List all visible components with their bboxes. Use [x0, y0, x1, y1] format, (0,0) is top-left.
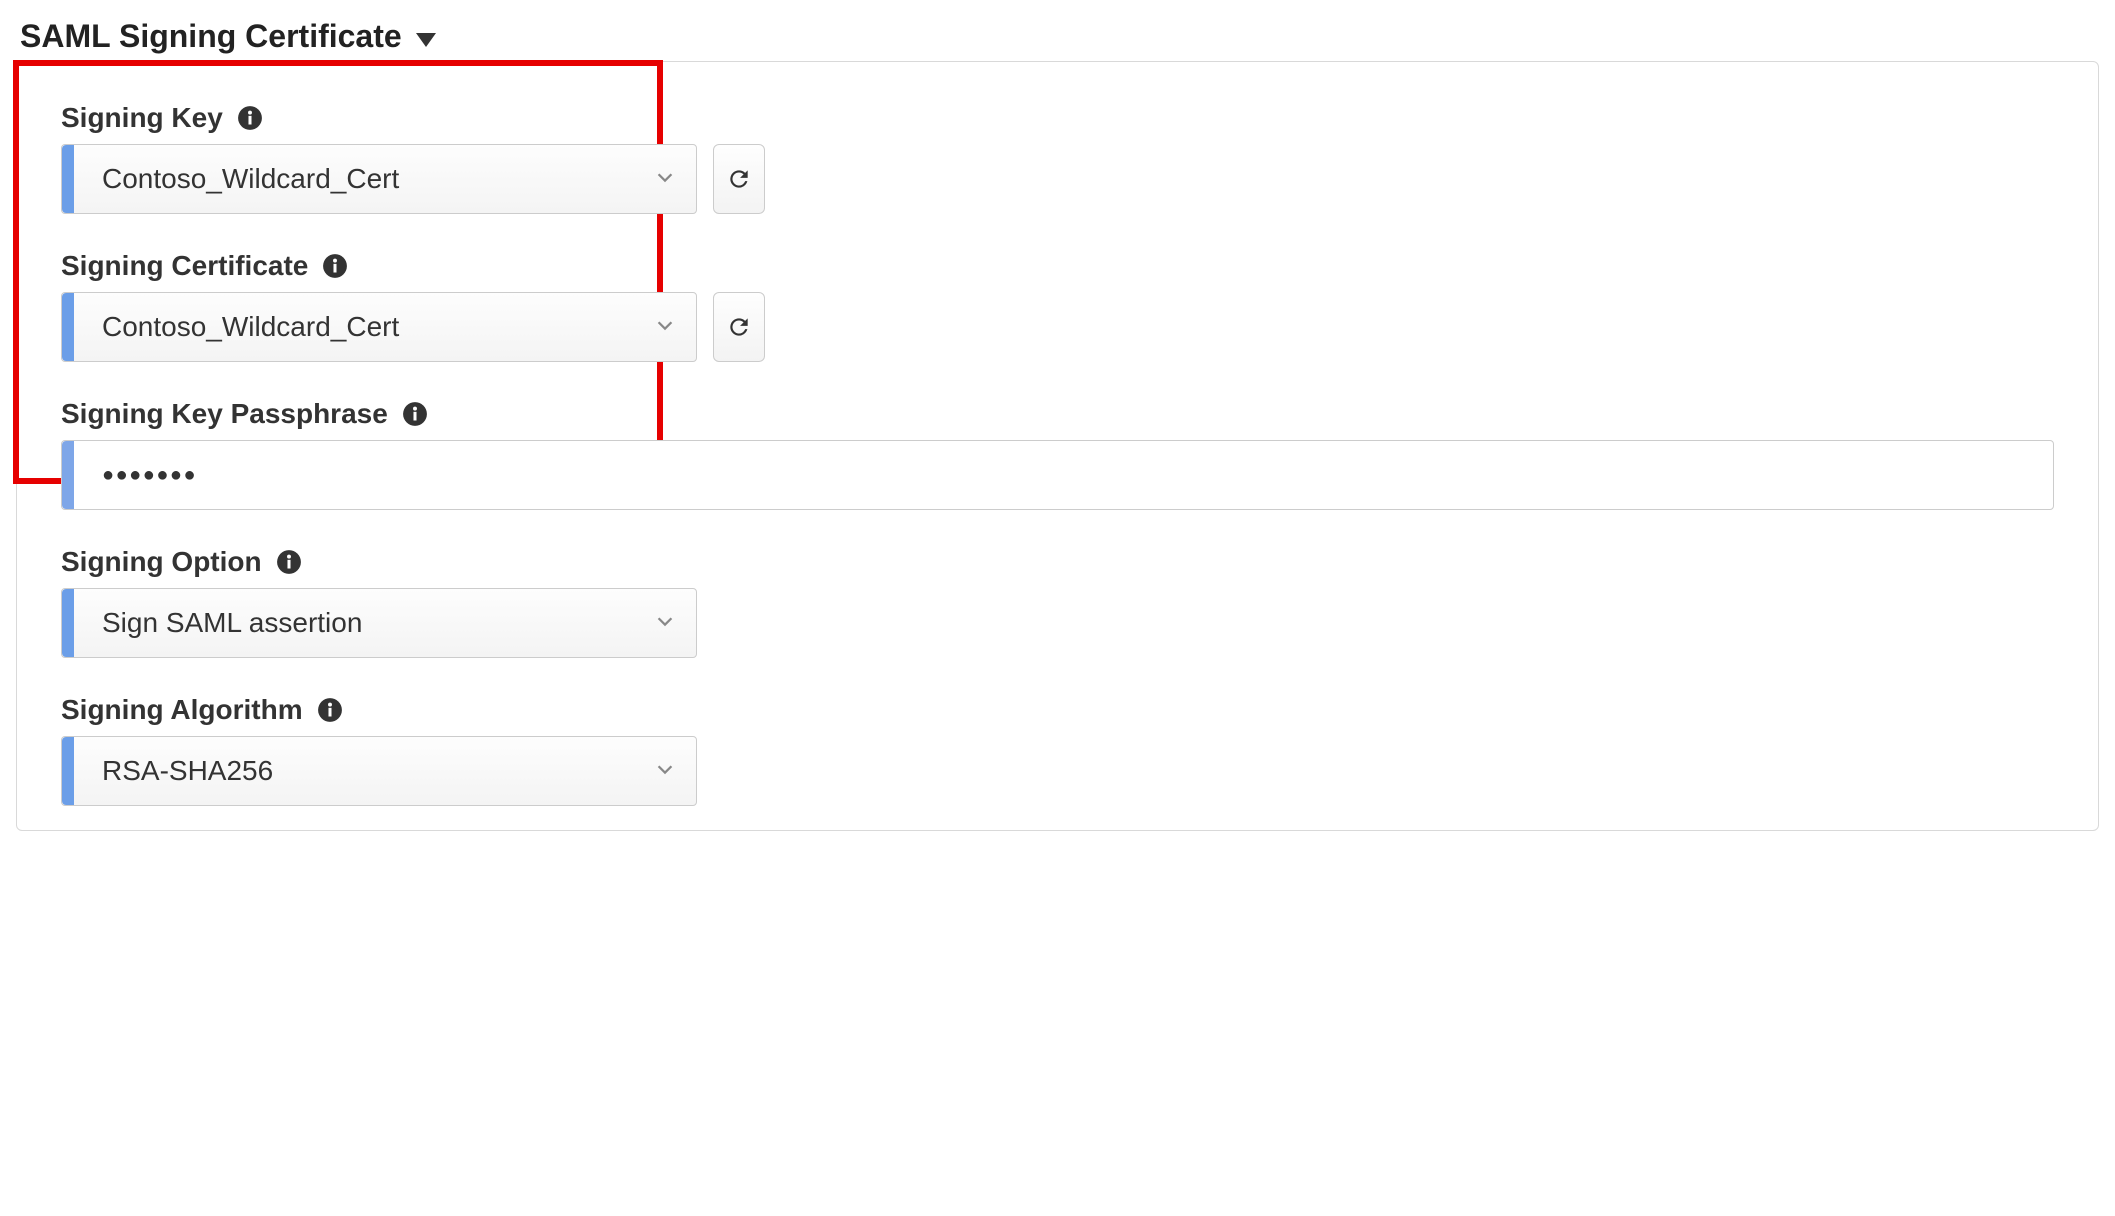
- field-signing-certificate: Signing Certificate Contoso_Wildcard_Cer…: [61, 250, 2054, 362]
- info-icon[interactable]: [317, 697, 343, 723]
- refresh-signing-key-button[interactable]: [713, 144, 765, 214]
- chevron-down-icon: [654, 755, 676, 787]
- label-signing-key-passphrase: Signing Key Passphrase: [61, 398, 2054, 430]
- label-signing-certificate: Signing Certificate: [61, 250, 2054, 282]
- chevron-down-icon: [654, 311, 676, 343]
- select-signing-certificate[interactable]: Contoso_Wildcard_Cert: [61, 292, 697, 362]
- refresh-signing-certificate-button[interactable]: [713, 292, 765, 362]
- section-header[interactable]: SAML Signing Certificate: [16, 18, 2099, 55]
- chevron-down-icon: [654, 163, 676, 195]
- field-signing-key-passphrase: Signing Key Passphrase ●●●●●●●: [61, 398, 2054, 510]
- label-signing-key: Signing Key: [61, 102, 2054, 134]
- info-icon[interactable]: [237, 105, 263, 131]
- info-icon[interactable]: [402, 401, 428, 427]
- label-signing-option: Signing Option: [61, 546, 2054, 578]
- section-title: SAML Signing Certificate: [20, 18, 402, 55]
- field-signing-key: Signing Key Contoso_Wildcard_Cert: [61, 102, 2054, 214]
- label-signing-algorithm: Signing Algorithm: [61, 694, 2054, 726]
- settings-panel: Signing Key Contoso_Wildcard_Cert Signin…: [16, 61, 2099, 831]
- field-signing-algorithm: Signing Algorithm RSA-SHA256: [61, 694, 2054, 806]
- select-signing-algorithm[interactable]: RSA-SHA256: [61, 736, 697, 806]
- input-signing-key-passphrase[interactable]: ●●●●●●●: [61, 440, 2054, 510]
- chevron-down-icon: [654, 607, 676, 639]
- field-signing-option: Signing Option Sign SAML assertion: [61, 546, 2054, 658]
- info-icon[interactable]: [322, 253, 348, 279]
- select-signing-key[interactable]: Contoso_Wildcard_Cert: [61, 144, 697, 214]
- caret-down-icon: [416, 33, 436, 47]
- select-signing-option[interactable]: Sign SAML assertion: [61, 588, 697, 658]
- info-icon[interactable]: [276, 549, 302, 575]
